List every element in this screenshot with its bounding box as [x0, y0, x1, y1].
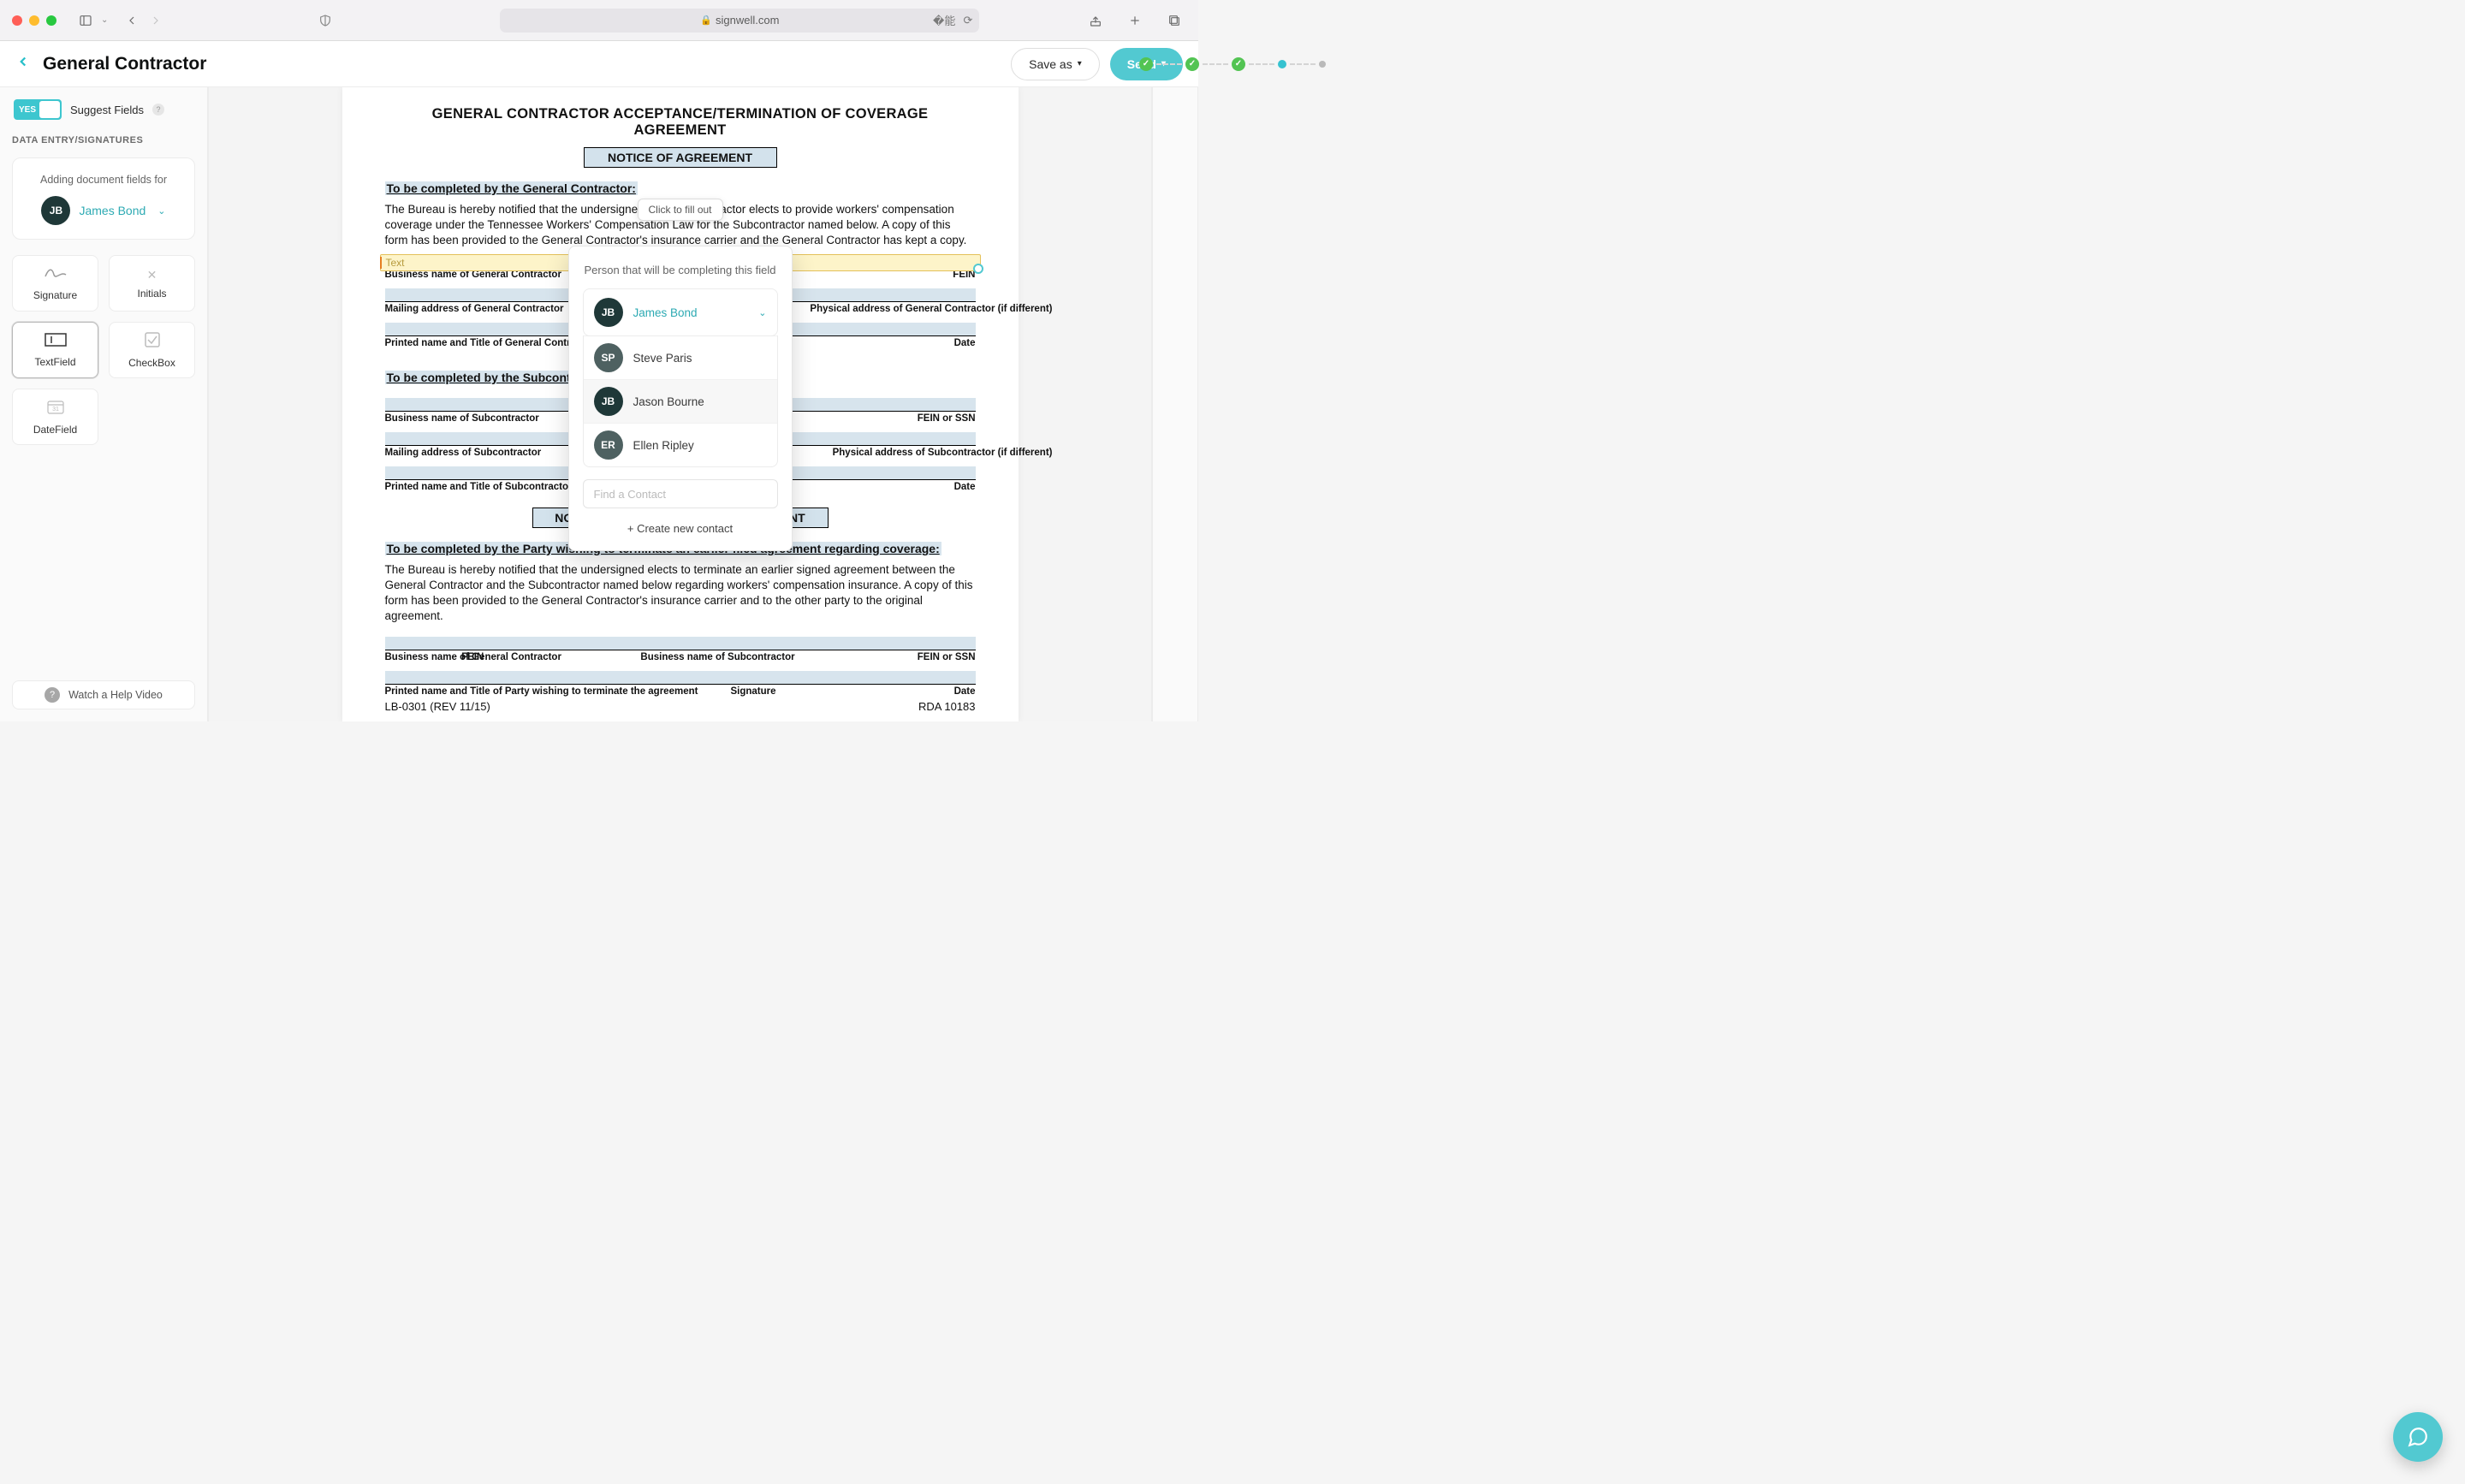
form-label: FEIN or SSN	[918, 652, 976, 662]
selected-person[interactable]: JB James Bond ⌄	[583, 288, 778, 336]
signer-name: James Bond	[79, 204, 146, 217]
form-label: Mailing address of General Contractor	[385, 304, 564, 314]
chevron-down-icon: ▾	[1078, 59, 1082, 68]
chevron-down-icon: ⌄	[758, 307, 766, 318]
person-name: Ellen Ripley	[633, 439, 694, 452]
share-icon[interactable]	[1084, 9, 1108, 33]
adding-label: Adding document fields for	[23, 174, 184, 186]
adding-fields-card: Adding document fields for JB James Bond…	[12, 157, 195, 240]
step-3-done-icon	[1232, 57, 1245, 71]
find-contact-input[interactable]	[583, 479, 778, 508]
current-signer-selector[interactable]: JB James Bond ⌄	[23, 196, 184, 225]
form-label: Date	[954, 686, 976, 697]
back-icon[interactable]	[15, 54, 31, 74]
suggest-fields-toggle[interactable]: YES	[14, 99, 62, 120]
browser-chrome: ⌄ 🔒 signwell.com �能 ⟳	[0, 0, 1198, 41]
person-list: SP Steve Paris JB Jason Bourne ER Ellen …	[583, 335, 778, 467]
form-label: Date	[954, 338, 976, 348]
field-datefield[interactable]: 31 DateField	[12, 389, 98, 445]
reader-icon[interactable]: �能	[933, 12, 955, 28]
url-host: signwell.com	[716, 14, 779, 27]
notice-box: NOTICE OF AGREEMENT	[584, 147, 777, 168]
window-minimize-icon[interactable]	[29, 15, 39, 26]
person-name: James Bond	[633, 306, 698, 319]
privacy-shield-icon[interactable]	[313, 9, 337, 33]
form-label: Business name of Subcontractor	[385, 413, 539, 424]
avatar: JB	[594, 387, 623, 416]
document-canvas[interactable]: GENERAL CONTRACTOR ACCEPTANCE/TERMINATIO…	[208, 87, 1152, 721]
textfield-icon	[45, 333, 67, 351]
nav-forward-icon	[144, 9, 168, 33]
progress-steps	[1139, 57, 1326, 71]
form-label: FEIN	[461, 652, 484, 662]
avatar: SP	[594, 343, 623, 372]
window-close-icon[interactable]	[12, 15, 22, 26]
section-head: To be completed by the General Contracto…	[385, 181, 638, 195]
checkbox-icon	[145, 332, 160, 352]
help-icon[interactable]: ?	[152, 104, 164, 116]
left-panel: YES Suggest Fields ? DATA ENTRY/SIGNATUR…	[0, 87, 208, 721]
assignee-popover: Person that will be completing this fiel…	[568, 246, 793, 551]
form-label: Business name of Subcontractor	[640, 652, 794, 662]
save-as-button[interactable]: Save as▾	[1011, 48, 1100, 80]
footer-rda: RDA 10183	[918, 700, 976, 713]
fill-tooltip: Click to fill out	[637, 199, 722, 221]
avatar: JB	[594, 298, 623, 327]
refresh-icon[interactable]: ⟳	[963, 14, 972, 27]
field-textfield[interactable]: TextField	[12, 322, 98, 378]
avatar: JB	[41, 196, 70, 225]
form-label: Date	[954, 482, 976, 492]
chevron-down-icon: ⌄	[157, 205, 165, 217]
url-bar[interactable]: 🔒 signwell.com �能 ⟳	[500, 9, 979, 33]
suggest-fields-label: Suggest Fields	[70, 104, 144, 116]
form-label: Physical address of Subcontractor (if di…	[833, 448, 1053, 458]
section-label: DATA ENTRY/SIGNATURES	[12, 135, 195, 145]
chat-fab[interactable]	[2393, 1412, 2443, 1462]
popover-title: Person that will be completing this fiel…	[583, 264, 778, 276]
person-option[interactable]: ER Ellen Ripley	[584, 423, 777, 466]
right-gutter	[1152, 87, 1198, 721]
step-2-done-icon	[1185, 57, 1199, 71]
svg-text:31: 31	[52, 407, 59, 413]
paragraph: The Bureau is hereby notified that the u…	[385, 562, 976, 625]
window-traffic-lights	[12, 15, 56, 26]
form-label: Printed name and Title of Party wishing …	[385, 686, 698, 697]
page-title: General Contractor	[43, 54, 206, 74]
initials-icon: ✕	[147, 268, 157, 282]
form-label: Physical address of General Contractor (…	[810, 304, 1052, 314]
field-signature[interactable]: Signature	[12, 255, 98, 312]
signature-icon	[44, 266, 68, 284]
person-option[interactable]: SP Steve Paris	[584, 335, 777, 379]
new-tab-icon[interactable]	[1123, 9, 1147, 33]
step-4-current-icon	[1278, 60, 1286, 68]
footer-form-code: LB-0301 (REV 11/15)	[385, 700, 490, 713]
person-name: Steve Paris	[633, 352, 692, 365]
form-label: Signature	[730, 686, 775, 697]
form-label: FEIN or SSN	[918, 413, 976, 424]
help-video-button[interactable]: ? Watch a Help Video	[12, 680, 195, 709]
create-contact-link[interactable]: + Create new contact	[583, 522, 778, 535]
app-header: General Contractor Save as▾ Send▾	[0, 41, 1198, 87]
nav-back-icon[interactable]	[120, 9, 144, 33]
window-zoom-icon[interactable]	[46, 15, 56, 26]
step-1-done-icon	[1139, 57, 1153, 71]
field-checkbox[interactable]: CheckBox	[109, 322, 195, 378]
calendar-icon: 31	[47, 399, 64, 418]
doc-heading: GENERAL CONTRACTOR ACCEPTANCE/TERMINATIO…	[385, 106, 976, 139]
person-option[interactable]: JB Jason Bourne	[584, 379, 777, 423]
sidebar-toggle-icon[interactable]	[74, 9, 98, 33]
field-initials[interactable]: ✕ Initials	[109, 255, 195, 312]
tab-dropdown-icon[interactable]: ⌄	[101, 15, 108, 25]
person-name: Jason Bourne	[633, 395, 704, 408]
lock-icon: 🔒	[700, 15, 712, 26]
question-icon: ?	[45, 687, 60, 703]
form-label: Mailing address of Subcontractor	[385, 448, 542, 458]
step-5-upcoming-icon	[1319, 61, 1326, 68]
tabs-overview-icon[interactable]	[1162, 9, 1186, 33]
avatar: ER	[594, 430, 623, 460]
